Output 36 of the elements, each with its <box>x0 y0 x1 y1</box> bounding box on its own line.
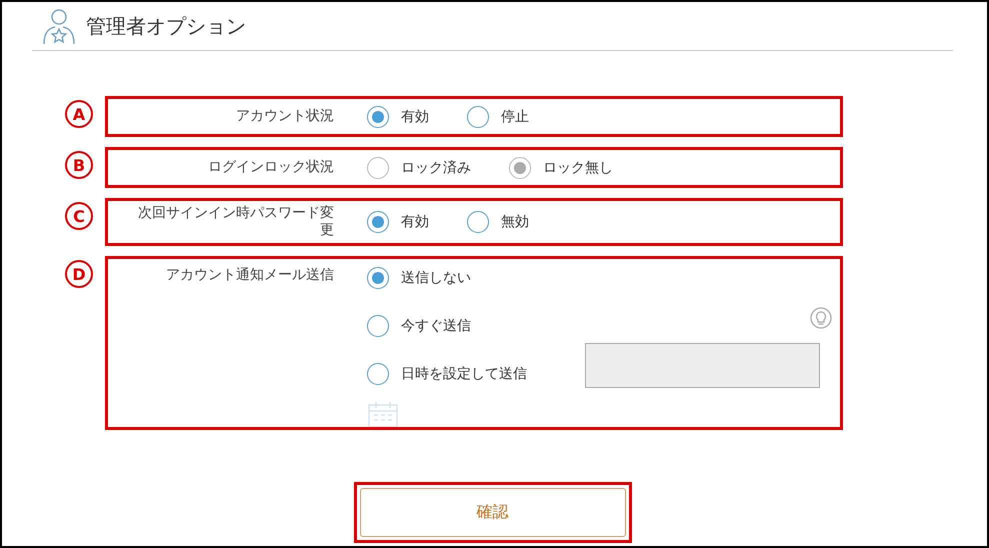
field-label: ログインロック状況 <box>207 159 334 176</box>
marker-letter: A <box>65 100 93 128</box>
radio-option[interactable]: 無効 <box>467 209 529 235</box>
radio-option[interactable]: 送信しない <box>367 265 527 291</box>
marker-letter: B <box>65 151 93 179</box>
marker-letter: D <box>65 260 93 288</box>
radio-button[interactable] <box>367 211 389 233</box>
option-label: 有効 <box>401 108 429 126</box>
radio-option[interactable]: 今すぐ送信 <box>367 313 527 339</box>
page-title: 管理者オプション <box>86 12 246 40</box>
radio-button[interactable] <box>467 211 489 233</box>
option-label: 今すぐ送信 <box>401 317 471 335</box>
option-label: 停止 <box>501 108 529 126</box>
user-star-icon <box>42 7 76 45</box>
radio-button[interactable] <box>367 363 389 385</box>
field-label: 次回サインイン時パスワード変更 <box>137 205 334 239</box>
option-label: 無効 <box>501 213 529 231</box>
field-label: アカウント状況 <box>235 108 334 125</box>
radio-option[interactable]: 有効 <box>367 209 429 235</box>
radio-button[interactable] <box>367 315 389 337</box>
radio-option[interactable]: 有効 <box>367 104 429 130</box>
confirm-button[interactable]: 確認 <box>360 488 626 537</box>
radio-button[interactable] <box>367 267 389 289</box>
radio-button[interactable] <box>367 106 389 128</box>
radio-option[interactable]: 日時を設定して送信 <box>367 361 527 387</box>
field-label: アカウント通知メール送信 <box>165 267 334 284</box>
option-label: ロック無し <box>543 158 613 176</box>
option-label: 有効 <box>401 213 429 231</box>
lightbulb-icon[interactable] <box>810 307 832 329</box>
option-label: ロック済み <box>401 158 471 176</box>
marker-letter: C <box>65 202 93 230</box>
option-label: 日時を設定して送信 <box>401 365 527 383</box>
option-label: 送信しない <box>401 269 471 287</box>
radio-option[interactable]: 停止 <box>467 104 529 130</box>
radio-button[interactable] <box>467 106 489 128</box>
calendar-icon <box>367 401 399 427</box>
